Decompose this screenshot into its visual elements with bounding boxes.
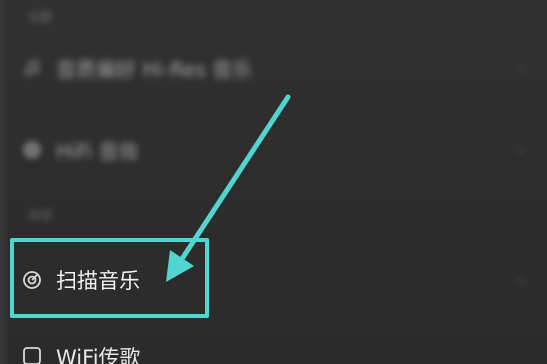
annotation-arrow xyxy=(166,94,291,282)
wifi-transfer-label: WiFi传歌 xyxy=(56,346,141,364)
wifi-transfer-icon xyxy=(22,346,42,364)
list-item-wifi-transfer[interactable]: WiFi传歌 xyxy=(0,336,547,364)
settings-screen: 设置 音质偏好 Hi-Res 音乐 › HiFi 音效 › 本地 扫描音乐 › xyxy=(0,0,547,364)
